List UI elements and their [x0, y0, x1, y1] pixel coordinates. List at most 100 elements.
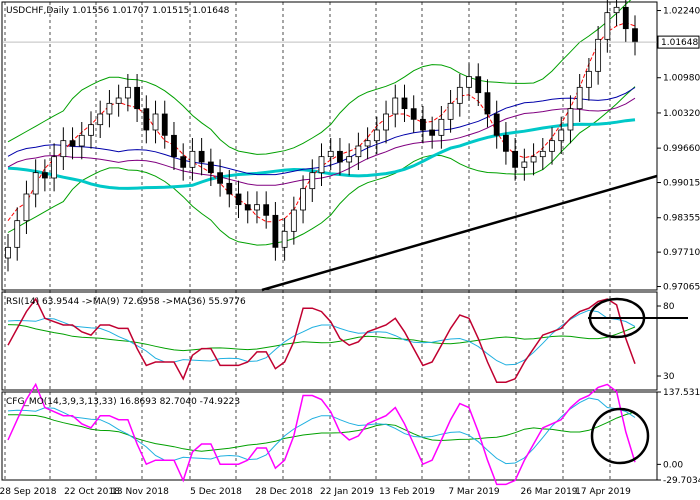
candle-body — [632, 28, 638, 43]
candle-body — [235, 193, 242, 206]
candle-body — [290, 209, 297, 232]
candle-body — [32, 172, 39, 195]
candle-body — [207, 161, 214, 174]
candle-body — [420, 118, 426, 131]
x-axis-label: 28 Dec 2018 — [255, 487, 313, 497]
candle-body — [41, 172, 48, 179]
candle-body — [585, 70, 592, 88]
bollinger-upper — [7, 0, 632, 155]
candle-body — [318, 156, 325, 174]
candle-body — [383, 113, 389, 131]
candle-body — [539, 150, 546, 158]
candle-body — [493, 113, 500, 136]
x-axis-label: 13 Nov 2018 — [111, 487, 169, 497]
candle-body — [217, 172, 223, 184]
candle-body — [604, 12, 611, 40]
candle-body — [373, 129, 380, 142]
candle-body — [503, 134, 509, 152]
chart-canvas: 28 Sep 2018 22 Oct 201813 Nov 2018 5 Dec 2… — [0, 0, 700, 497]
candle-body — [180, 156, 187, 168]
x-axis-label: 28 Sep 2018 — [0, 487, 57, 497]
candle-body — [355, 145, 362, 158]
price-axis-label: 0.97065 — [663, 283, 700, 293]
candle-body — [281, 230, 288, 248]
candle-body — [143, 108, 150, 131]
candle-body — [622, 6, 629, 30]
chart-header-title: USDCHF,Daily 1.01556 1.01707 1.01515 1.0… — [6, 6, 230, 16]
x-axis-label: 7 Mar 2019 — [448, 487, 500, 497]
price-axis-label: 1.00320 — [663, 109, 700, 119]
candle-body — [272, 214, 279, 248]
current-price-label: 1.01648 — [661, 38, 698, 48]
candle-body — [466, 76, 472, 88]
candle-body — [171, 134, 177, 158]
candle-body — [410, 108, 417, 120]
candle-body — [263, 204, 270, 216]
candle-body — [521, 161, 528, 168]
candle-body — [549, 140, 555, 152]
candle-body — [530, 156, 537, 163]
candle-body — [88, 124, 94, 136]
candle-body — [60, 140, 67, 158]
candle-body — [401, 97, 408, 110]
candle-body — [613, 6, 620, 14]
candle-body — [558, 129, 565, 142]
support-trendline — [261, 174, 658, 292]
candle-body — [484, 92, 491, 115]
x-axis-label: 26 Mar 2019 — [520, 487, 577, 497]
candle-body — [152, 113, 159, 131]
mo-panel-label: CFG_MO(14,3,9,3,13,33) 16.8693 82.7040 -… — [6, 397, 240, 407]
candle-body — [106, 102, 113, 115]
x-axis-label: 22 Jan 2019 — [320, 487, 374, 497]
price-axis-label: 0.98355 — [663, 214, 700, 224]
candle-body — [364, 140, 371, 147]
candle-body — [5, 246, 11, 259]
rsi-axis-label: 30 — [663, 372, 675, 382]
candle-body — [438, 118, 445, 136]
rsi-axis-label: 80 — [663, 302, 675, 312]
mo-axis-label: -29.7034 — [663, 476, 700, 486]
candle-body — [327, 150, 334, 158]
candle-body — [392, 97, 399, 115]
rsi-panel-label: RSI(14) 63.9544 ->MA(9) 72.6958 ->MA(36)… — [6, 297, 246, 307]
candle-body — [567, 108, 574, 131]
candle-body — [78, 134, 85, 147]
candle-body — [337, 150, 343, 163]
candle-body — [14, 220, 21, 248]
candle-body — [134, 86, 140, 110]
candle-body — [346, 156, 353, 163]
x-axis-label: 5 Dec 2018 — [190, 487, 242, 497]
candle-body — [429, 129, 436, 136]
price-axis-label: 1.02240 — [663, 7, 700, 17]
chart-window: 28 Sep 2018 22 Oct 2018 13 Nov 2018 5 Dec 2… — [0, 0, 700, 500]
candle-body — [475, 76, 482, 94]
x-axis-label: 17 Apr 2019 — [575, 487, 631, 497]
price-axis-label: 1.00980 — [663, 74, 700, 84]
candle-body — [244, 204, 251, 211]
candle-body — [254, 204, 260, 211]
candle-body — [124, 86, 131, 99]
candle-body — [69, 140, 76, 147]
price-axis-label: 0.97710 — [663, 248, 700, 258]
panel-frame — [1, 1, 658, 291]
candle-body — [226, 182, 233, 195]
price-axis-label: 0.99015 — [663, 179, 700, 189]
candle-body — [51, 156, 58, 179]
candle-body — [456, 86, 463, 104]
candle-body — [595, 38, 602, 72]
price-axis-label: 0.99660 — [663, 144, 700, 154]
rsi-line — [7, 297, 636, 383]
mo-axis-label: 0.00 — [663, 460, 683, 470]
candle-body — [97, 113, 104, 126]
candle-body — [512, 150, 519, 168]
candle-body — [576, 86, 583, 110]
candle-body — [198, 150, 205, 163]
candle-body — [189, 150, 196, 168]
candle-body — [115, 97, 122, 104]
candle-body — [309, 172, 316, 190]
mo-axis-label: 137.5319 — [663, 388, 700, 398]
candle-body — [161, 113, 168, 136]
candle-body — [447, 102, 454, 120]
candle-body — [23, 193, 30, 222]
x-axis-label: 13 Feb 2019 — [379, 487, 435, 497]
